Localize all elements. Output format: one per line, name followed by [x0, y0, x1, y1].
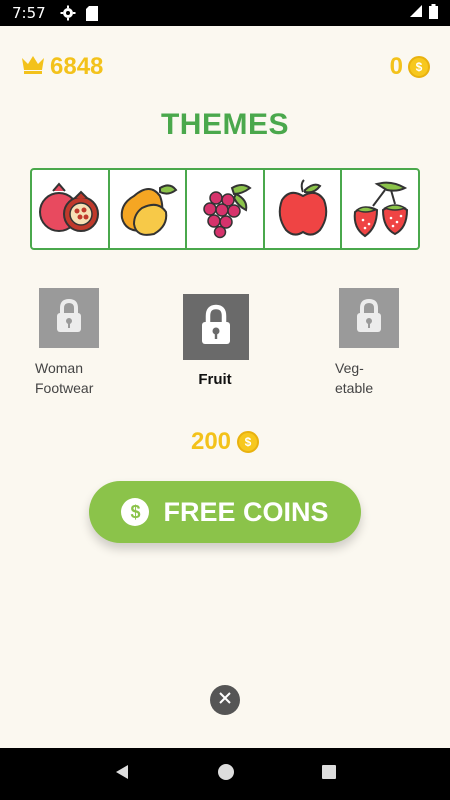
status-bar: 7:57: [0, 0, 450, 26]
selected-theme-tile[interactable]: [183, 294, 249, 360]
raspberry-icon: [187, 170, 265, 248]
theme-label: Veg- etable: [335, 360, 374, 396]
close-button[interactable]: [210, 685, 240, 715]
recents-icon[interactable]: [321, 764, 337, 785]
theme-item-fruit[interactable]: Fruit: [165, 294, 265, 390]
free-coins-button[interactable]: $ FREE COINS: [89, 481, 361, 543]
crown-icon: [20, 53, 46, 81]
theme-label: Fruit: [198, 371, 232, 388]
coin-value: 0: [389, 53, 403, 80]
coin-balance: 0 $: [390, 53, 430, 81]
home-icon[interactable]: [217, 763, 235, 786]
locked-theme-tile[interactable]: [39, 288, 99, 348]
settings-icon: [60, 5, 76, 21]
back-icon[interactable]: [113, 763, 131, 786]
theme-item-woman-footwear[interactable]: Woman Footwear: [35, 288, 137, 398]
theme-item-vegetable[interactable]: Veg- etable: [335, 288, 435, 398]
coin-icon: $: [408, 56, 430, 78]
apple-icon: [265, 170, 343, 248]
score-value: 6848: [50, 53, 104, 80]
free-coins-label: FREE COINS: [163, 496, 329, 527]
sd-card-icon: [85, 5, 98, 21]
mango-icon: [110, 170, 188, 248]
theme-list: Woman Footwear Fruit Veg- etable: [0, 288, 450, 408]
top-bar: 6848 0 $: [20, 52, 430, 82]
battery-icon: [429, 3, 438, 23]
theme-price: 200 $: [0, 428, 450, 456]
page-title: THEMES: [160, 108, 289, 141]
status-time: 7:57: [12, 4, 46, 22]
close-icon: [219, 691, 231, 709]
locked-theme-tile[interactable]: [339, 288, 399, 348]
navigation-bar: [0, 748, 450, 800]
lock-icon: [354, 298, 384, 339]
score-display: 6848: [20, 53, 103, 81]
theme-label: Woman Footwear: [35, 360, 94, 396]
theme-preview-strip: [30, 168, 420, 250]
pomegranate-icon: [32, 170, 110, 248]
signal-icon: [409, 4, 423, 22]
coin-icon: $: [237, 431, 260, 453]
strawberry-icon: [342, 170, 418, 248]
price-value: 200: [190, 428, 232, 455]
dollar-icon: $: [121, 498, 150, 526]
lock-icon: [54, 298, 84, 339]
lock-icon: [199, 304, 233, 351]
